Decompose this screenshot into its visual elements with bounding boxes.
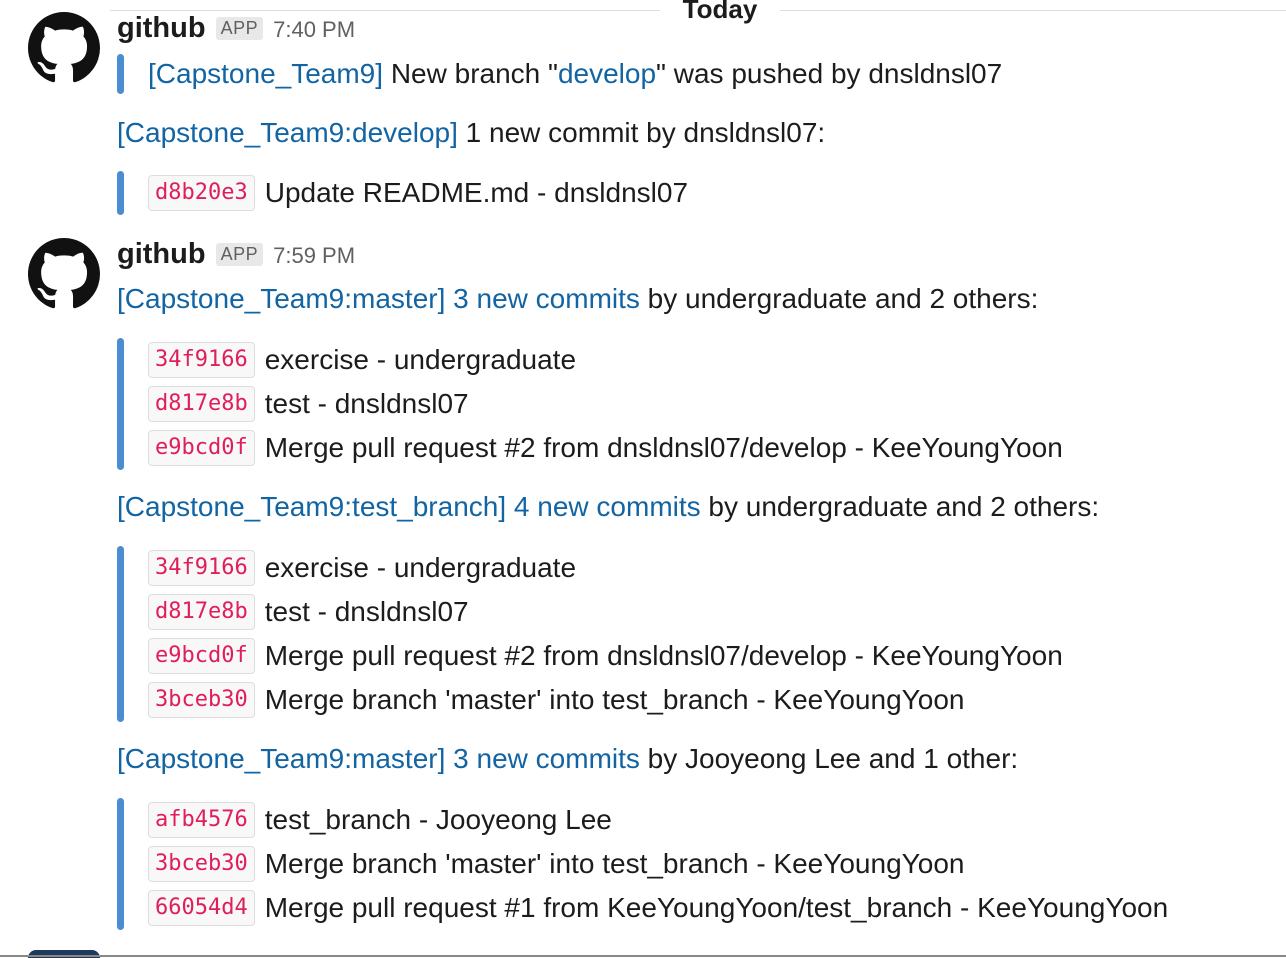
- commit-list: 34f9166 exercise - undergraduate d817e8b…: [117, 338, 1063, 470]
- commit-hash-link[interactable]: e9bcd0f: [148, 430, 255, 466]
- sender-name[interactable]: github: [117, 12, 206, 45]
- branch-notice: [Capstone_Team9] New branch "develop" wa…: [117, 54, 1002, 94]
- commit-hash-link[interactable]: 3bceb30: [148, 846, 255, 882]
- commit-message: test - dnsldnsl07: [264, 388, 469, 419]
- commit-hash-link[interactable]: d8b20e3: [148, 175, 255, 211]
- quote-bar: [117, 171, 124, 215]
- commit-message: Merge pull request #2 from dnsldnsl07/de…: [264, 640, 1063, 671]
- app-badge: APP: [215, 243, 264, 266]
- push-summary-text: by Jooyeong Lee and 1 other:: [639, 743, 1019, 774]
- commit-row: afb4576 test_branch - Jooyeong Lee: [148, 798, 1168, 842]
- commit-hash-link[interactable]: 66054d4: [148, 890, 255, 926]
- notice-text-pre: New branch ": [383, 58, 558, 89]
- push-summary-text: by undergraduate and 2 others:: [639, 283, 1039, 314]
- branch-ref-link[interactable]: [Capstone_Team9:develop]: [117, 117, 458, 148]
- commit-row: d817e8b test - dnsldnsl07: [148, 382, 1063, 426]
- push-summary: [Capstone_Team9:test_branch] 4 new commi…: [117, 490, 1099, 524]
- commit-row: e9bcd0f Merge pull request #2 from dnsld…: [148, 634, 1063, 678]
- push-summary: [Capstone_Team9:master] 3 new commits by…: [117, 282, 1038, 316]
- commit-list: afb4576 test_branch - Jooyeong Lee 3bceb…: [117, 798, 1168, 930]
- push-summary: [Capstone_Team9:master] 3 new commits by…: [117, 742, 1018, 776]
- commit-hash-link[interactable]: 3bceb30: [148, 682, 255, 718]
- branch-ref-link[interactable]: [Capstone_Team9:master]: [117, 743, 445, 774]
- commit-message: Merge branch 'master' into test_branch -…: [264, 684, 965, 715]
- timestamp[interactable]: 7:40 PM: [273, 17, 355, 43]
- app-badge: APP: [215, 17, 264, 40]
- timestamp[interactable]: 7:59 PM: [273, 243, 355, 269]
- branch-ref-link[interactable]: [Capstone_Team9:test_branch]: [117, 491, 506, 522]
- commit-message: test - dnsldnsl07: [264, 596, 469, 627]
- commit-row: 3bceb30 Merge branch 'master' into test_…: [148, 678, 1063, 722]
- commit-message: Merge branch 'master' into test_branch -…: [264, 848, 965, 879]
- commit-row: 34f9166 exercise - undergraduate: [148, 546, 1063, 590]
- notice-text-post: " was pushed by dnsldnsl07: [656, 58, 1003, 89]
- commit-message: Merge pull request #1 from KeeYoungYoon/…: [264, 892, 1169, 923]
- commit-hash-link[interactable]: 34f9166: [148, 342, 255, 378]
- commit-hash-link[interactable]: d817e8b: [148, 594, 255, 630]
- commit-message: test_branch - Jooyeong Lee: [264, 804, 612, 835]
- quote-bar: [117, 338, 124, 470]
- commit-message: exercise - undergraduate: [264, 552, 577, 583]
- commit-hash-link[interactable]: afb4576: [148, 802, 255, 838]
- commits-count-link[interactable]: 3 new commits: [453, 283, 640, 314]
- commit-row: d817e8b test - dnsldnsl07: [148, 590, 1063, 634]
- commit-message: Merge pull request #2 from dnsldnsl07/de…: [264, 432, 1063, 463]
- commit-row: 34f9166 exercise - undergraduate: [148, 338, 1063, 382]
- commit-hash-link[interactable]: d817e8b: [148, 386, 255, 422]
- push-summary-text: by undergraduate and 2 others:: [700, 491, 1100, 522]
- message-header: github APP 7:59 PM: [117, 238, 355, 271]
- quote-bar: [117, 54, 124, 94]
- branch-link[interactable]: develop: [558, 58, 656, 89]
- commit-message: Update README.md - dnsldnsl07: [264, 177, 689, 208]
- commit-hash-link[interactable]: e9bcd0f: [148, 638, 255, 674]
- commits-count-link[interactable]: 3 new commits: [453, 743, 640, 774]
- github-octocat-icon[interactable]: [28, 12, 100, 84]
- commits-count-link[interactable]: 4 new commits: [514, 491, 701, 522]
- quote-bar: [117, 798, 124, 930]
- commit-row: 3bceb30 Merge branch 'master' into test_…: [148, 842, 1168, 886]
- commit-row: d8b20e3 Update README.md - dnsldnsl07: [148, 171, 688, 215]
- quote-bar: [117, 546, 124, 722]
- commit-list: d8b20e3 Update README.md - dnsldnsl07: [117, 171, 688, 215]
- commit-hash-link[interactable]: 34f9166: [148, 550, 255, 586]
- push-summary-text: 1 new commit by dnsldnsl07:: [457, 117, 826, 148]
- commit-row: 66054d4 Merge pull request #1 from KeeYo…: [148, 886, 1168, 930]
- day-divider-label[interactable]: Today: [660, 0, 780, 25]
- commit-list: 34f9166 exercise - undergraduate d817e8b…: [117, 546, 1063, 722]
- message-header: github APP 7:40 PM: [117, 12, 355, 45]
- composer-border: [0, 955, 1286, 957]
- repo-link[interactable]: [Capstone_Team9]: [148, 58, 383, 89]
- github-octocat-icon[interactable]: [28, 238, 100, 310]
- commit-row: e9bcd0f Merge pull request #2 from dnsld…: [148, 426, 1063, 470]
- sender-name[interactable]: github: [117, 238, 206, 271]
- push-summary: [Capstone_Team9:develop] 1 new commit by…: [117, 116, 825, 150]
- commit-message: exercise - undergraduate: [264, 344, 577, 375]
- branch-ref-link[interactable]: [Capstone_Team9:master]: [117, 283, 445, 314]
